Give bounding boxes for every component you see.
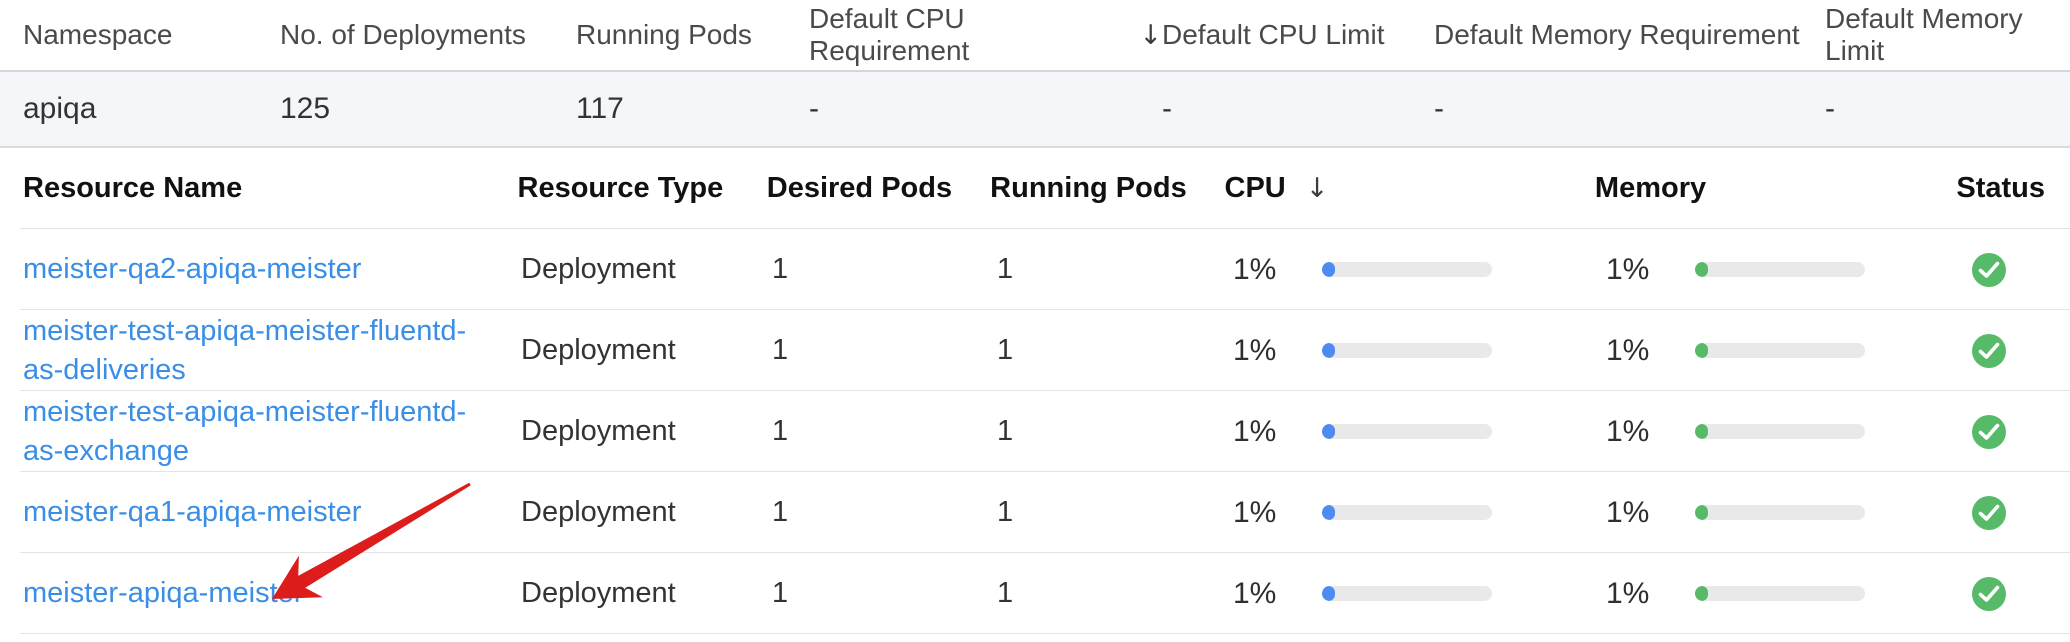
col-status: Status <box>1956 172 2070 205</box>
resource-name-link[interactable]: meister-test-apiqa-meister-fluentd-as-ex… <box>23 393 493 470</box>
resource-type: Deployment <box>521 253 772 286</box>
namespace-table-header: Namespace No. of Deployments Running Pod… <box>0 0 2070 72</box>
resource-row: meister-qa1-apiqa-meister Deployment 1 1… <box>0 472 2070 553</box>
resource-row: meister-qa2-apiqa-meister Deployment 1 1… <box>0 229 2070 310</box>
col-resource-name: Resource Name <box>23 172 518 205</box>
running-pods: 1 <box>997 253 1233 286</box>
col-default-cpu-limit: Default CPU Limit <box>1162 19 1434 51</box>
cpu-usage-fill <box>1322 262 1335 277</box>
cpu-usage-bar <box>1322 424 1492 439</box>
cpu-usage-fill <box>1322 505 1335 520</box>
resource-type: Deployment <box>521 334 772 367</box>
cpu-usage-bar <box>1322 343 1492 358</box>
running-pods: 1 <box>997 496 1233 529</box>
cpu-usage-fill <box>1322 586 1335 601</box>
cpu-usage-bar <box>1322 505 1492 520</box>
cpu-percent: 1% <box>1233 496 1322 530</box>
status-ok-icon <box>1972 496 2006 530</box>
running-pods-count: 117 <box>576 92 809 126</box>
resource-type: Deployment <box>521 496 772 529</box>
running-pods: 1 <box>997 334 1233 367</box>
cpu-percent: 1% <box>1233 334 1322 368</box>
memory-usage-fill <box>1695 586 1708 601</box>
deployments-count: 125 <box>280 92 576 126</box>
resource-name-link[interactable]: meister-apiqa-meister <box>23 574 303 612</box>
default-cpu-requirement-value: - <box>809 92 1162 126</box>
resource-type: Deployment <box>521 415 772 448</box>
resource-row: meister-test-apiqa-meister-fluentd-as-ex… <box>0 391 2070 472</box>
col-default-memory-requirement: Default Memory Requirement <box>1434 19 1825 51</box>
resource-row: meister-apiqa-meister Deployment 1 1 1% … <box>0 553 2070 634</box>
col-default-cpu-requirement[interactable]: Default CPU Requirement ↓ <box>809 3 1162 67</box>
memory-usage-bar <box>1695 424 1865 439</box>
memory-usage-fill <box>1695 262 1708 277</box>
resource-type: Deployment <box>521 577 772 610</box>
col-resource-type: Resource Type <box>518 172 767 205</box>
default-memory-requirement-value: - <box>1434 92 1825 126</box>
desired-pods: 1 <box>772 577 997 610</box>
default-cpu-limit-value: - <box>1162 92 1434 126</box>
memory-percent: 1% <box>1606 334 1695 368</box>
resource-row: meister-test-apiqa-meister-fluentd-as-de… <box>0 310 2070 391</box>
col-default-memory-limit: Default Memory Limit <box>1825 3 2070 67</box>
resource-name-link[interactable]: meister-qa1-apiqa-meister <box>23 493 361 531</box>
memory-usage-bar <box>1695 262 1865 277</box>
cpu-percent: 1% <box>1233 253 1322 287</box>
cpu-usage-bar <box>1322 586 1492 601</box>
col-running-pods: Running Pods <box>576 19 809 51</box>
default-memory-limit-value: - <box>1825 92 2070 126</box>
memory-usage-bar <box>1695 586 1865 601</box>
col-running-pods: Running Pods <box>990 172 1224 205</box>
memory-percent: 1% <box>1606 253 1695 287</box>
desired-pods: 1 <box>772 334 997 367</box>
status-ok-icon <box>1972 253 2006 287</box>
memory-percent: 1% <box>1606 415 1695 449</box>
desired-pods: 1 <box>772 415 997 448</box>
status-ok-icon <box>1972 415 2006 449</box>
memory-usage-fill <box>1695 424 1708 439</box>
memory-usage-fill <box>1695 343 1708 358</box>
cpu-usage-bar <box>1322 262 1492 277</box>
cpu-percent: 1% <box>1233 577 1322 611</box>
resource-name-link[interactable]: meister-test-apiqa-meister-fluentd-as-de… <box>23 312 493 389</box>
sort-descending-icon[interactable]: ↓ <box>1139 20 1162 51</box>
desired-pods: 1 <box>772 253 997 286</box>
running-pods: 1 <box>997 577 1233 610</box>
col-no-of-deployments: No. of Deployments <box>280 19 576 51</box>
cpu-usage-fill <box>1322 424 1335 439</box>
memory-percent: 1% <box>1606 496 1695 530</box>
desired-pods: 1 <box>772 496 997 529</box>
memory-usage-bar <box>1695 505 1865 520</box>
col-namespace: Namespace <box>23 19 280 51</box>
namespace-value: apiqa <box>23 92 280 126</box>
sort-descending-icon[interactable]: ↓ <box>1306 173 1329 204</box>
col-desired-pods: Desired Pods <box>767 172 990 205</box>
running-pods: 1 <box>997 415 1233 448</box>
cpu-usage-fill <box>1322 343 1335 358</box>
memory-usage-bar <box>1695 343 1865 358</box>
resources-table-header: Resource Name Resource Type Desired Pods… <box>0 148 2070 229</box>
status-ok-icon <box>1972 334 2006 368</box>
resource-name-link[interactable]: meister-qa2-apiqa-meister <box>23 250 361 288</box>
col-cpu[interactable]: CPU ↓ <box>1225 172 1595 205</box>
memory-percent: 1% <box>1606 577 1695 611</box>
col-memory: Memory <box>1595 172 1956 205</box>
memory-usage-fill <box>1695 505 1708 520</box>
cpu-percent: 1% <box>1233 415 1322 449</box>
namespace-row: apiqa 125 117 - - - - <box>0 72 2070 148</box>
status-ok-icon <box>1972 577 2006 611</box>
